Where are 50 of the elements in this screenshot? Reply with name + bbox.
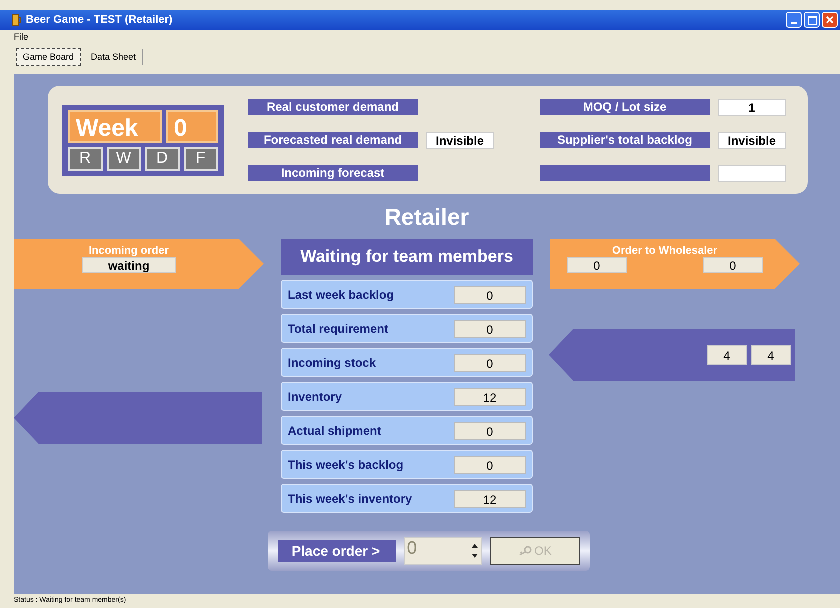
maximize-button[interactable] (804, 12, 820, 28)
tab[interactable]: Data Sheet (85, 49, 144, 65)
row-value: 12 (454, 490, 526, 508)
row-label: Incoming stock (288, 356, 376, 370)
order-value: 0 (567, 257, 627, 273)
close-icon (826, 16, 834, 24)
row-label: Inventory (288, 390, 342, 404)
week-label: Week (68, 110, 162, 142)
info-value: Invisible (426, 132, 494, 148)
row-value: 0 (454, 456, 526, 474)
beer-mug-icon (12, 14, 22, 26)
row-label: Actual shipment (288, 424, 382, 438)
row-value: 0 (454, 422, 526, 440)
row-value: 0 (454, 320, 526, 338)
role-indicator: W (106, 146, 141, 170)
week-number: 0 (166, 110, 218, 142)
row-label: This week's backlog (288, 458, 404, 472)
info-label: Incoming forecast (248, 165, 418, 181)
info-value: 1 (718, 98, 786, 116)
close-button[interactable] (822, 12, 838, 28)
window-title: Beer Game - TEST (Retailer) (26, 14, 173, 26)
role-title: Retailer (384, 204, 470, 231)
role-indicator: F (184, 146, 218, 170)
row-label: Total requirement (288, 322, 388, 336)
menu-item[interactable]: File (14, 32, 29, 42)
place-order-label: Place order > (278, 540, 396, 562)
shipment-value: 4 (751, 345, 791, 365)
row-value: 0 (454, 286, 526, 304)
info-label: Supplier's total backlog (540, 132, 710, 148)
info-label: Real customer demand (248, 99, 418, 115)
key-icon (518, 546, 532, 556)
row-value: 12 (454, 388, 526, 406)
info-field (718, 164, 786, 182)
info-label: Forecasted real demand (248, 132, 418, 148)
tab[interactable]: Game Board (16, 48, 82, 66)
row-value: 0 (454, 354, 526, 372)
minimize-button[interactable] (786, 12, 802, 28)
info-value: Invisible (718, 132, 786, 148)
info-label: MOQ / Lot size (540, 99, 710, 115)
arrow-label: Incoming order (88, 245, 170, 257)
arrow-label: Order to Wholesaler (612, 245, 718, 257)
order-quantity: 0 (406, 538, 418, 560)
incoming-order-value: waiting (82, 257, 176, 273)
row-label: This week's inventory (288, 492, 412, 506)
status-heading: Waiting for team members (281, 239, 533, 275)
role-indicator: D (145, 146, 180, 170)
order-value: 0 (703, 257, 763, 273)
role-indicator: R (68, 146, 102, 170)
shipment-value: 4 (707, 345, 747, 365)
row-label: Last week backlog (288, 288, 394, 302)
